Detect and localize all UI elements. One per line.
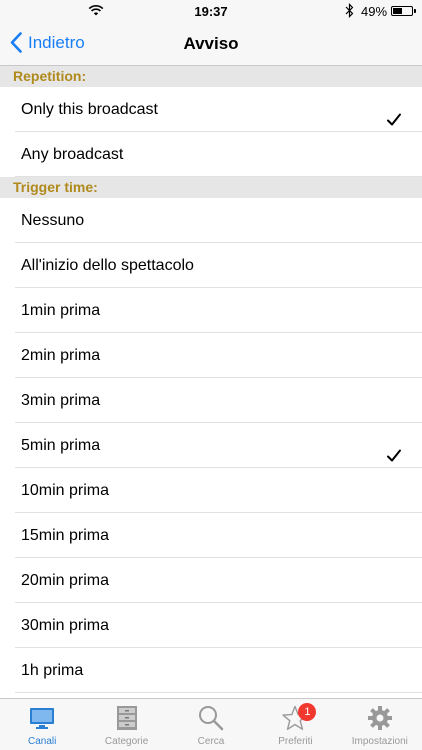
page-title: Avviso xyxy=(183,34,239,53)
option-row[interactable]: 30min prima xyxy=(0,603,422,648)
tab-label: Cerca xyxy=(197,736,225,747)
option-label: 30min prima xyxy=(21,617,110,634)
option-label: 20min prima xyxy=(21,572,110,589)
option-row[interactable]: 1min prima xyxy=(0,288,422,333)
option-label: 1min prima xyxy=(21,302,101,319)
option-label: 5min prima xyxy=(21,437,101,454)
option-row[interactable]: 2min prima xyxy=(0,333,422,378)
gear-icon xyxy=(338,705,422,731)
tab-search[interactable]: Cerca xyxy=(169,699,253,750)
monitor-icon xyxy=(0,705,84,731)
option-label: 2min prima xyxy=(21,347,101,364)
status-time: 19:37 xyxy=(194,4,228,19)
section-header: Repetition: xyxy=(0,66,422,87)
option-row[interactable]: Only this broadcast xyxy=(0,87,422,132)
battery-percent: 49% xyxy=(361,4,388,19)
option-row[interactable]: Any broadcast xyxy=(0,132,422,177)
tab-cabinet[interactable]: Categorie xyxy=(84,699,168,750)
option-row[interactable]: 1h prima xyxy=(0,648,422,693)
option-row[interactable]: All'inizio dello spettacolo xyxy=(0,243,422,288)
option-label: 10min prima xyxy=(21,482,110,499)
star-icon xyxy=(253,705,337,731)
tab-monitor[interactable]: Canali xyxy=(0,699,84,750)
status-bar: 19:37 49% xyxy=(0,0,422,22)
tab-star[interactable]: Preferiti 1 xyxy=(253,699,337,750)
tab-label: Canali xyxy=(28,736,57,747)
checkmark-icon xyxy=(386,437,402,462)
tab-label: Impostazioni xyxy=(351,736,408,747)
option-row[interactable]: 20min prima xyxy=(0,558,422,603)
option-label: All'inizio dello spettacolo xyxy=(21,257,194,274)
option-label: 15min prima xyxy=(21,527,110,544)
tab-bar: Canali Categorie Cerca Preferiti 1 Impostazio… xyxy=(0,698,422,750)
tab-label: Preferiti xyxy=(278,736,313,747)
option-row[interactable]: 15min prima xyxy=(0,513,422,558)
option-row[interactable]: 3min prima xyxy=(0,378,422,423)
option-row[interactable]: 5min prima xyxy=(0,423,422,468)
option-label: 1h prima xyxy=(21,662,84,679)
checkmark-icon xyxy=(386,101,402,126)
option-row[interactable]: Nessuno xyxy=(0,198,422,243)
section-header: Trigger time: xyxy=(0,177,422,198)
option-label: Only this broadcast xyxy=(21,101,158,118)
tab-gear[interactable]: Impostazioni xyxy=(338,699,422,750)
tab-label: Categorie xyxy=(104,736,149,747)
battery-icon xyxy=(391,6,416,16)
settings-list: Repetition: Only this broadcast Any broadc… xyxy=(0,66,422,698)
option-label: Nessuno xyxy=(21,212,85,229)
bluetooth-icon xyxy=(345,3,354,21)
option-row[interactable]: 10min prima xyxy=(0,468,422,513)
option-label: 3min prima xyxy=(21,392,101,409)
option-label: Any broadcast xyxy=(21,146,124,163)
cabinet-icon xyxy=(84,705,168,731)
navigation-bar: Indietro Avviso xyxy=(0,22,422,66)
search-icon xyxy=(169,705,253,731)
